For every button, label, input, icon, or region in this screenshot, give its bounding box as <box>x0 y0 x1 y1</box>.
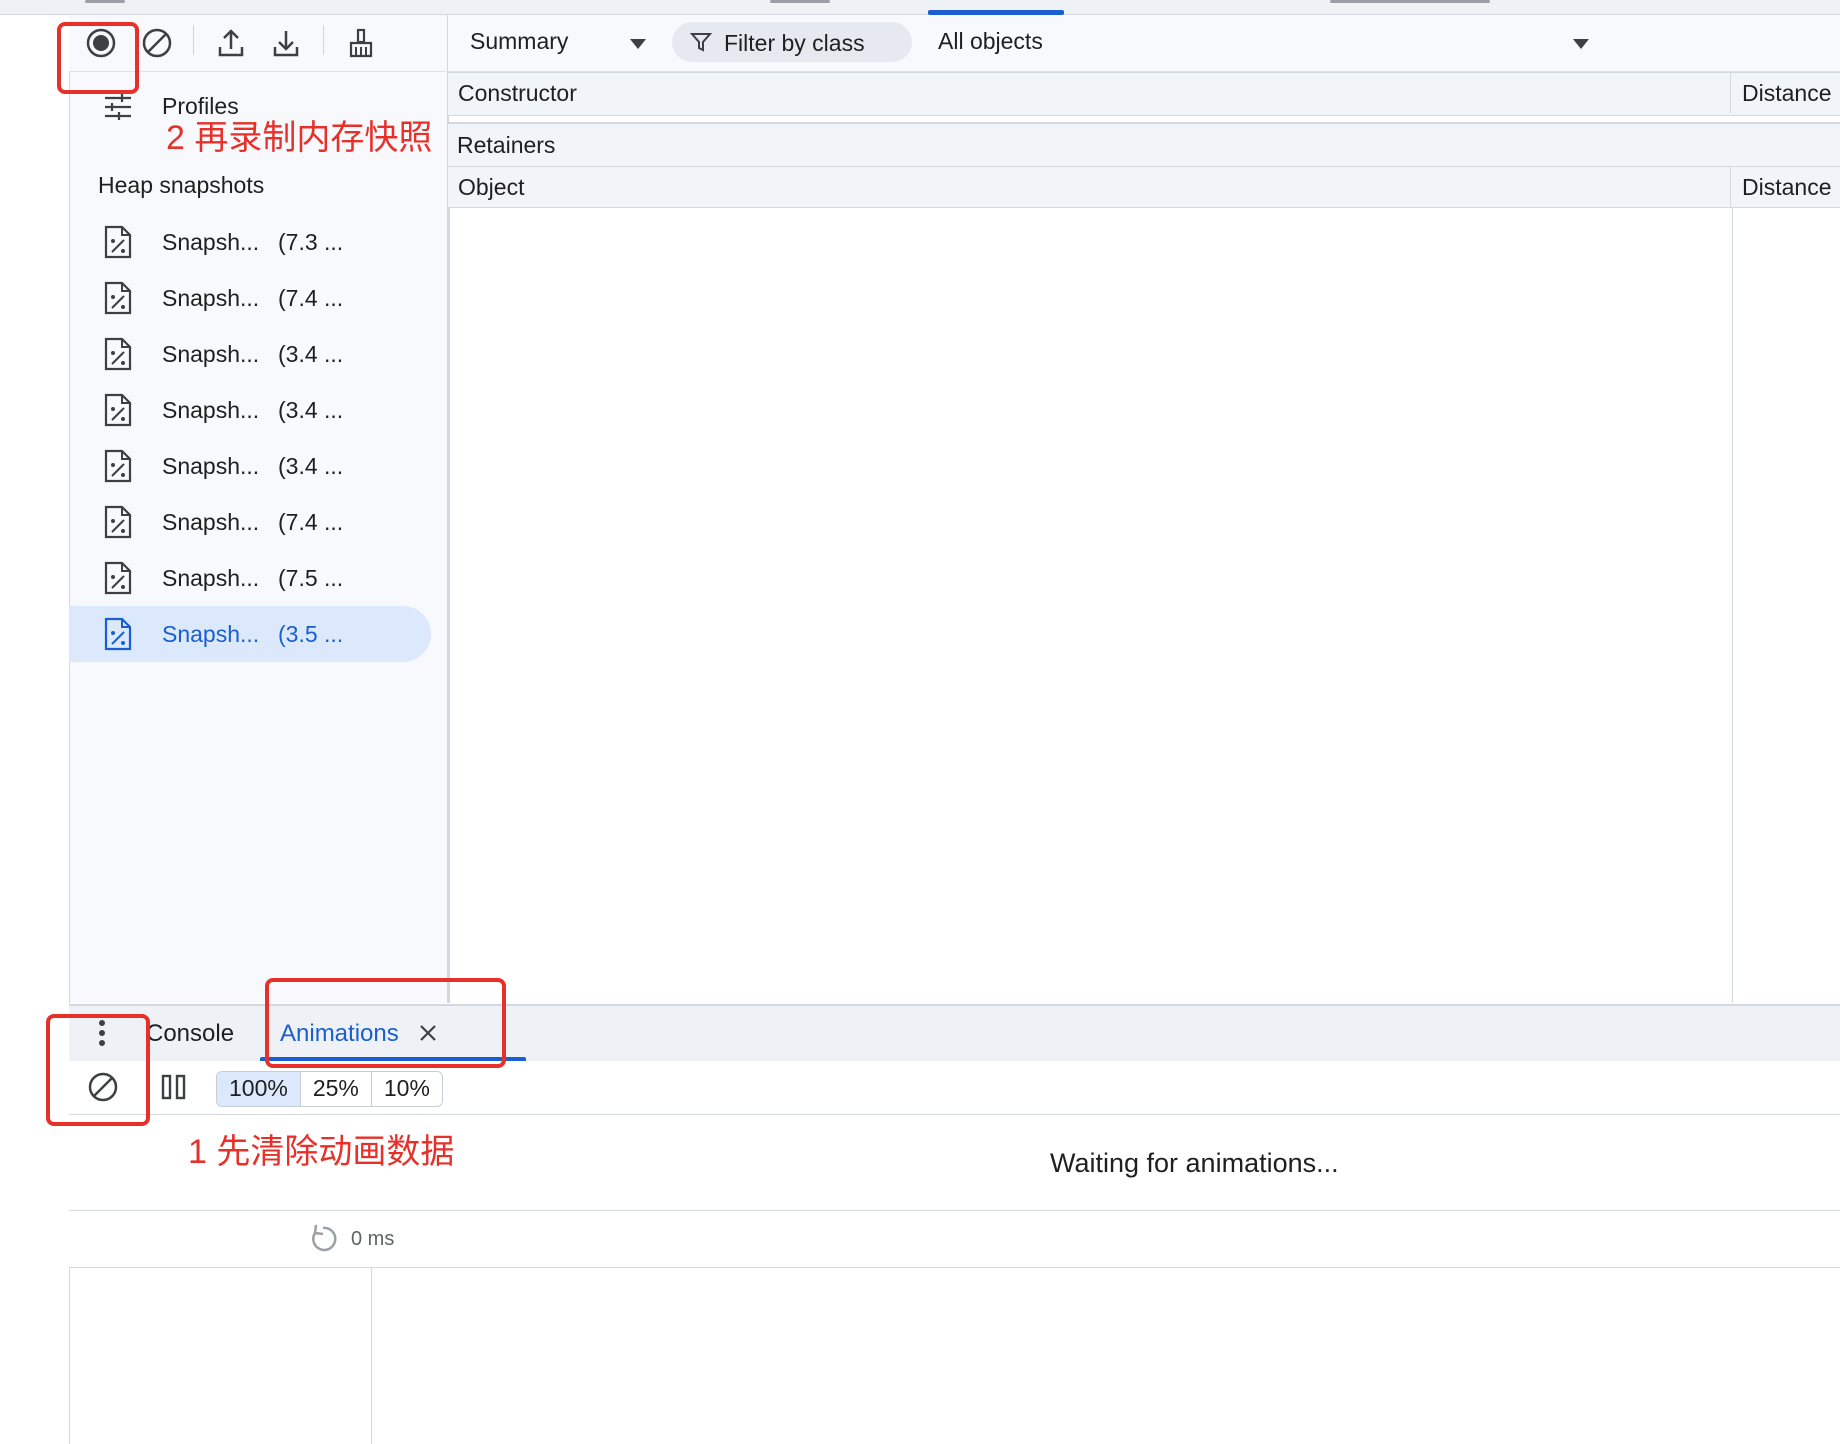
snapshot-item[interactable]: Snapsh... (7.4 ... <box>69 270 431 326</box>
speed-100-button[interactable]: 100% <box>217 1072 301 1106</box>
annotation-step-1: 1 先清除动画数据 <box>188 1133 455 1171</box>
toolbar-divider <box>323 25 324 55</box>
annotation-box-clear <box>46 1014 150 1126</box>
constructor-grid-header: Constructor Distance <box>448 72 1840 116</box>
snapshot-file-icon <box>104 617 132 651</box>
annotation-step-2: 2 再录制内存快照 <box>166 119 433 157</box>
speed-25-button[interactable]: 25% <box>301 1072 372 1106</box>
collect-garbage-button[interactable] <box>341 23 381 63</box>
annotation-box-record <box>57 22 139 94</box>
timeline-cursor-line <box>371 1267 372 1444</box>
snapshot-name: Snapsh... <box>162 564 260 591</box>
snapshot-item[interactable]: Snapsh... (3.4 ... <box>69 382 431 438</box>
snapshot-name: Snapsh... <box>162 284 260 311</box>
snapshot-name: Snapsh... <box>162 340 260 367</box>
snapshot-file-icon <box>104 281 132 315</box>
snapshot-name: Snapsh... <box>162 228 260 255</box>
snapshot-item-selected[interactable]: Snapsh... (3.5 ... <box>69 606 431 662</box>
snapshot-name: Snapsh... <box>162 620 260 647</box>
annotation-box-animations-tab <box>265 978 506 1068</box>
snapshot-file-icon <box>104 505 132 539</box>
snapshot-file-icon <box>104 337 132 371</box>
snapshot-item[interactable]: Snapsh... (7.3 ... <box>69 214 431 270</box>
upload-icon <box>218 29 244 57</box>
waiting-for-animations-text: Waiting for animations... <box>1050 1148 1339 1178</box>
playback-rate-group: 100% 25% 10% <box>216 1071 443 1107</box>
retainers-grid-body <box>448 208 1840 1003</box>
animation-timeline-ruler: 0 ms <box>69 1210 1840 1268</box>
objects-filter-select[interactable]: All objects <box>938 28 1043 55</box>
column-divider <box>1732 208 1733 1003</box>
tab-console[interactable]: Console <box>146 1020 234 1048</box>
snapshot-item[interactable]: Snapsh... (3.4 ... <box>69 438 431 494</box>
animation-timeline-body <box>69 1267 1840 1444</box>
snapshot-name: Snapsh... <box>162 396 260 423</box>
snapshot-size: (7.5 ... <box>278 564 344 591</box>
snapshot-file-icon <box>104 393 132 427</box>
tab-remnant <box>1330 0 1490 3</box>
pause-icon <box>161 1074 186 1100</box>
heap-snapshot-toolbar: Summary Filter by class All objects <box>448 15 1840 72</box>
broom-icon <box>349 28 373 58</box>
snapshot-size: (7.4 ... <box>278 284 344 311</box>
snapshot-file-icon <box>104 561 132 595</box>
animations-toolbar: 100% 25% 10% <box>69 1061 1840 1115</box>
snapshot-item[interactable]: Snapsh... (7.5 ... <box>69 550 431 606</box>
retainers-panel-title: Retainers <box>448 122 1840 166</box>
snapshot-size: (7.4 ... <box>278 508 344 535</box>
toolbar-divider <box>193 25 194 55</box>
column-header-distance[interactable]: Distance <box>1742 80 1831 107</box>
snapshot-item[interactable]: Snapsh... (3.4 ... <box>69 326 431 382</box>
snapshot-size: (3.4 ... <box>278 340 344 367</box>
column-divider <box>1730 73 1731 113</box>
perspective-select[interactable]: Summary <box>470 28 568 55</box>
snapshot-size: (3.4 ... <box>278 396 344 423</box>
snapshot-list: Snapsh... (7.3 ... Snapsh... (7.4 ... Sn… <box>69 214 431 662</box>
snapshot-size: (3.4 ... <box>278 452 344 479</box>
load-profile-button[interactable] <box>211 23 251 63</box>
snapshot-size: (3.5 ... <box>278 620 344 647</box>
speed-10-button[interactable]: 10% <box>372 1072 442 1106</box>
snapshot-size: (7.3 ... <box>278 228 344 255</box>
snapshot-name: Snapsh... <box>162 508 260 535</box>
download-icon <box>273 31 299 57</box>
retainers-label: Retainers <box>457 132 556 158</box>
heap-snapshots-title: Heap snapshots <box>98 172 265 198</box>
sliders-icon <box>105 94 131 120</box>
snapshot-name: Snapsh... <box>162 452 260 479</box>
tab-remnant <box>770 0 830 3</box>
clear-icon <box>142 28 172 58</box>
column-header-object[interactable]: Object <box>458 174 524 201</box>
retainers-grid-header: Object Distance <box>448 166 1840 208</box>
replay-icon[interactable] <box>307 1223 339 1255</box>
filter-icon <box>690 33 712 52</box>
column-divider <box>1730 167 1731 207</box>
snapshot-item[interactable]: Snapsh... (7.4 ... <box>69 494 431 550</box>
chevron-down-icon <box>630 39 646 49</box>
timeline-start-label: 0 ms <box>351 1228 395 1250</box>
snapshot-file-icon <box>104 449 132 483</box>
tab-remnant <box>85 0 125 3</box>
top-tab-strip <box>0 0 1840 15</box>
chevron-down-icon <box>1573 39 1589 49</box>
snapshot-file-icon <box>104 225 132 259</box>
filter-placeholder: Filter by class <box>724 30 865 56</box>
save-profile-button[interactable] <box>266 23 306 63</box>
class-filter-input[interactable]: Filter by class <box>672 22 912 62</box>
column-header-constructor[interactable]: Constructor <box>458 80 577 107</box>
column-header-distance[interactable]: Distance <box>1742 174 1831 201</box>
pause-all-button[interactable] <box>154 1067 194 1107</box>
clear-all-profiles-button[interactable] <box>137 23 177 63</box>
